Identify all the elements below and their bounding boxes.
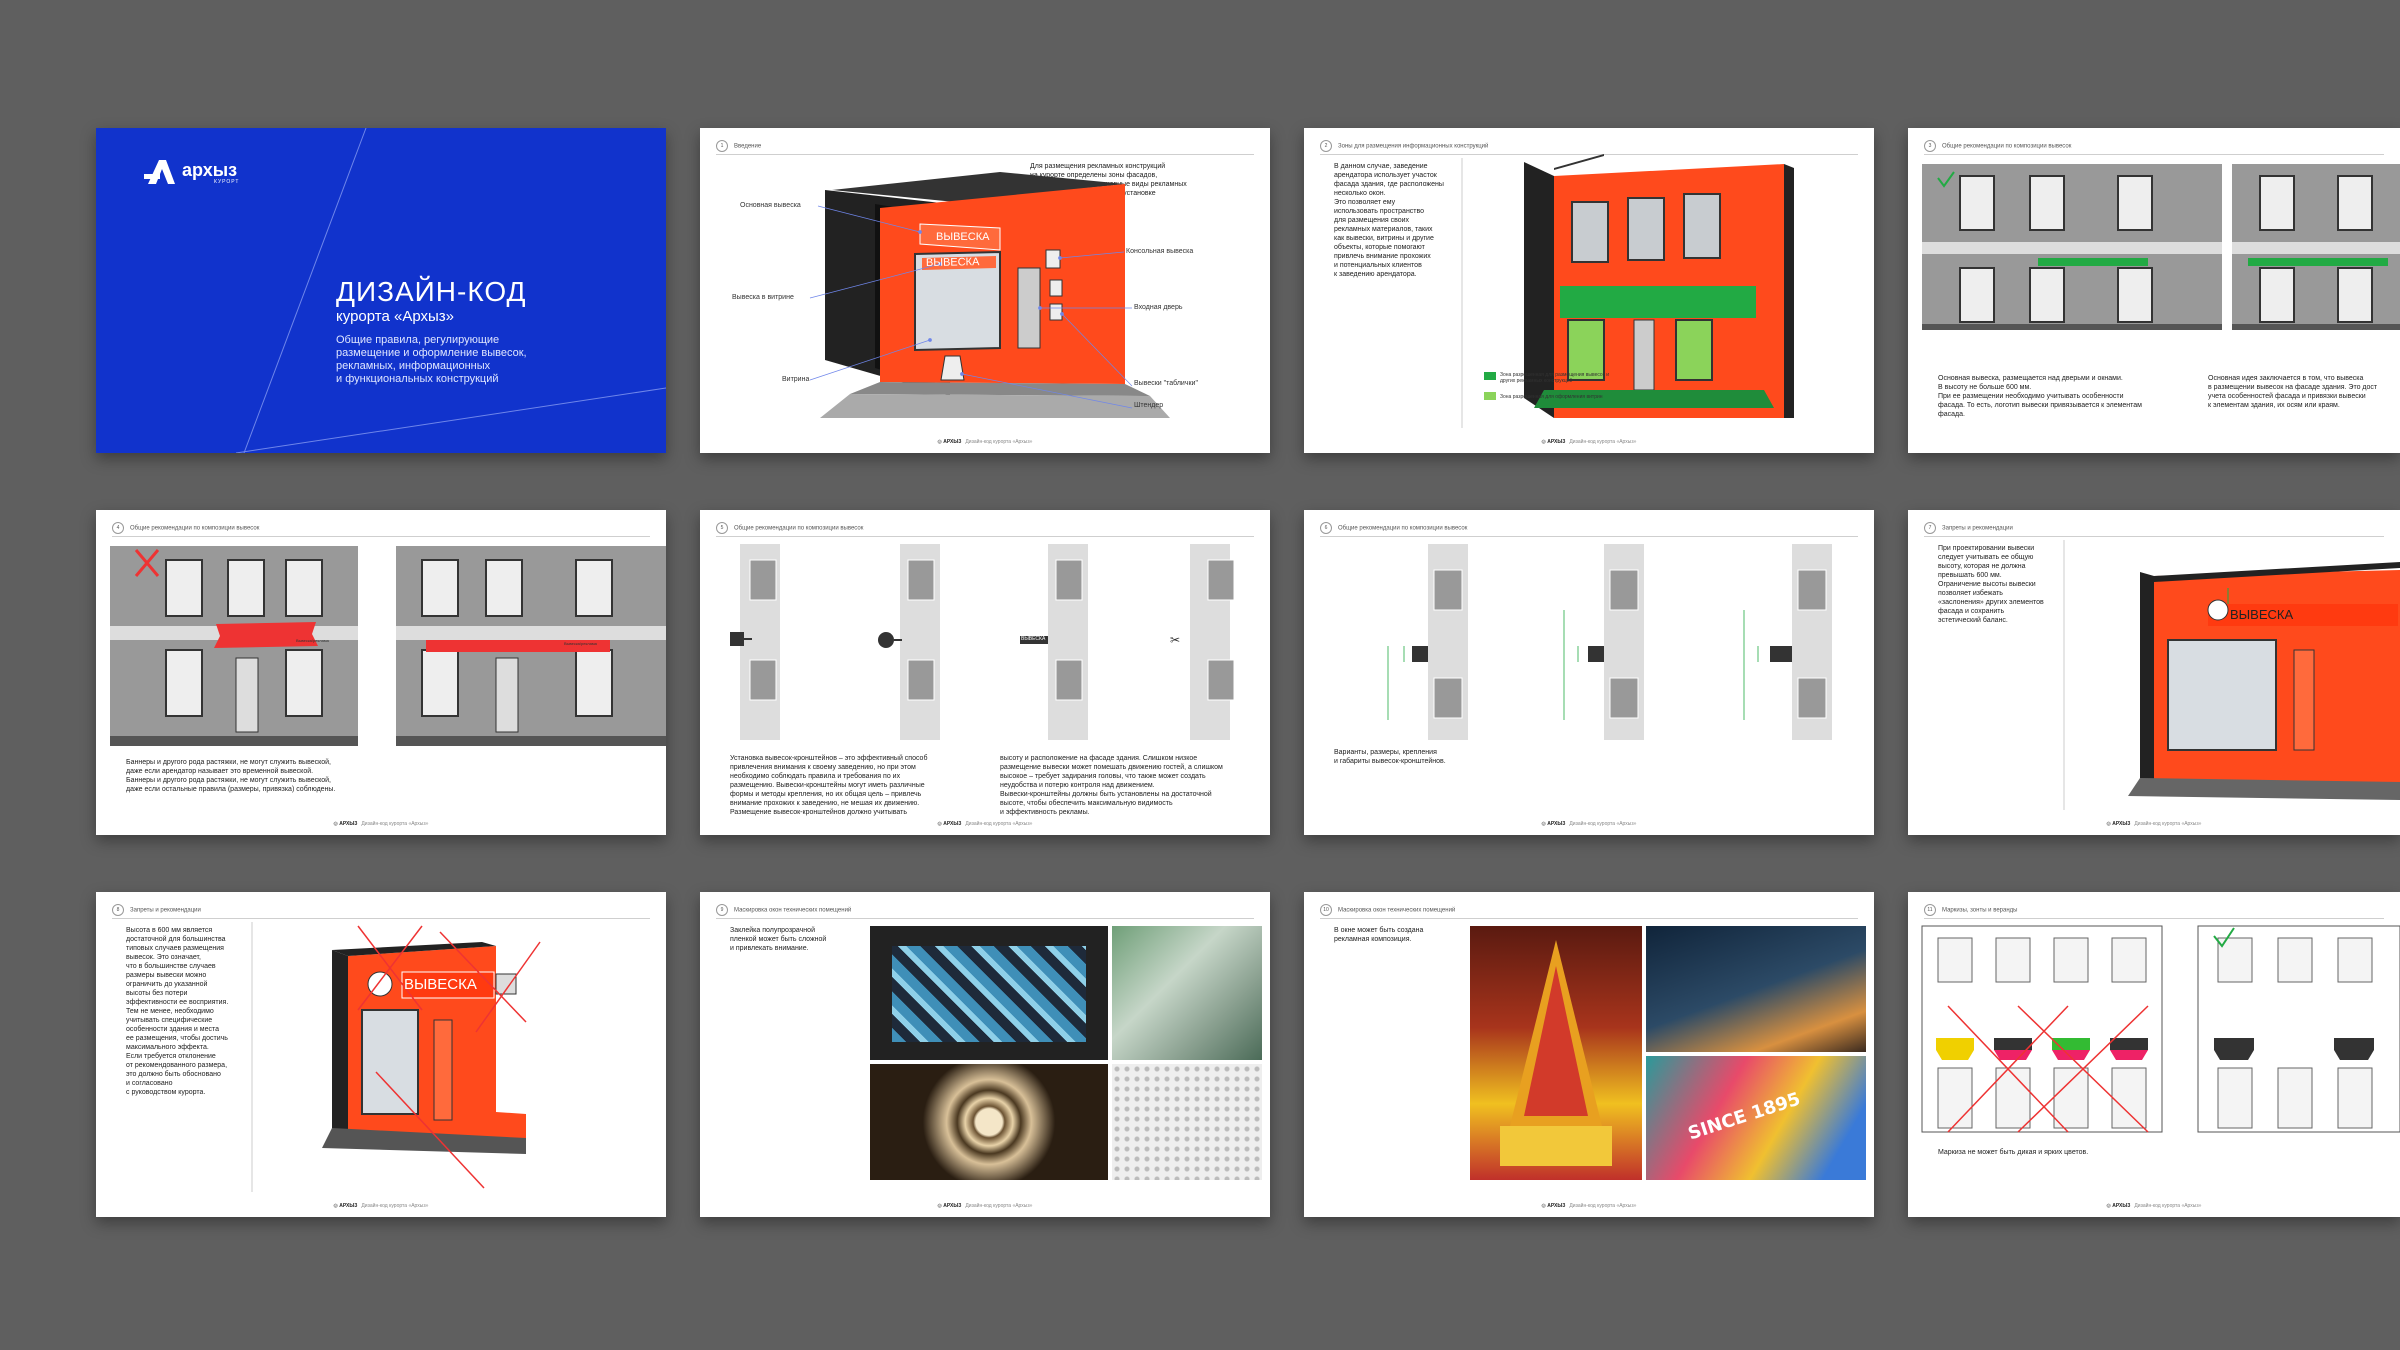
slide-awnings[interactable]: 11 Маркизы, зонты и веранды Маркиза не м… [1908,892,2400,1217]
sign-text-1: ВЫВЕСКА [936,231,990,243]
banner-label-2: Вывеска/реклама [564,641,597,646]
label-vitrina: Витрина [782,376,810,383]
photo-composition-3: SINCE 1895 [1646,1056,1866,1180]
window-masking-text: Заклейка полупрозрачной пленкой может быт… [730,927,827,952]
label-stand: Штендер [1134,402,1164,409]
slide-header: 10 Маскировка окон технических помещений [1320,904,1858,919]
sign-text-2: ВЫВЕСКА [926,256,980,269]
slide-footer: ◎ АРХЫЗ Дизайн-код курорта «Архыз» [2106,821,2202,827]
slide-banners[interactable]: 4 Общие рекомендации по композиции вывесо… [96,510,666,835]
prohibition-illustration [251,922,541,1192]
slide-header: 9 Маскировка окон технических помещений [716,904,1254,919]
legend-window-zone: Зона разрешенная для оформления витрин [1500,394,1603,400]
slide-brackets[interactable]: 5 Общие рекомендации по композиции вывесо… [700,510,1270,835]
photo-window-2 [1112,926,1262,1060]
composition-text-2: Основная идея заключается в том, что выв… [2208,375,2378,409]
height-rule-illustration [2063,540,2400,810]
slide-height-rule[interactable]: 7 Запреты и рекомендации При проектирован… [1908,510,2400,835]
photo-window-1 [870,926,1108,1060]
bracket-sign-text: ВЫВЕСКА [1021,636,1046,642]
legend-sign-zone: Зона разрешенная для размещения вывесок … [1500,372,1610,384]
ad-composition-text: В окне может быть создана рекламная компо… [1334,927,1424,943]
slide-footer: ◎ АРХЫЗ Дизайн-код курорта «Архыз» [333,821,429,827]
height-rule-sign-text: ВЫВЕСКА [2230,607,2294,622]
composition-text-1: Основная вывеска, размещается над дверьм… [1938,375,2142,418]
zones-illustration [1461,154,1794,428]
brackets-text-2: высоту и расположение на фасаде здания. … [1000,755,1223,816]
photo-composition-2 [1646,926,1866,1052]
brand-logo-icon [144,160,175,184]
slide-zones[interactable]: 2 Зоны для размещения информационных конс… [1304,128,1874,453]
photo-composition-1 [1470,926,1642,1180]
slide-footer: ◎ АРХЫЗ Дизайн-код курорта «Архыз» [1541,821,1637,827]
slide-introduction[interactable]: 1 Введение Для размещения рекламных конст… [700,128,1270,453]
cover-subtitle: курорта «Архыз» [336,308,454,325]
brackets-text-1: Установка вывесок-кронштейнов – это эффе… [730,755,928,816]
bracket-dimensions-illustration [1387,544,1832,740]
slide-bracket-sizes[interactable]: 6 Общие рекомендации по композиции вывесо… [1304,510,1874,835]
brand-logo: архыз КУРОРТ [182,160,239,185]
banners-text: Баннеры и другого рода растяжки, не могу… [126,759,336,793]
awnings-illustration [1921,925,2400,1133]
label-main-sign: Основная вывеска [740,202,801,209]
storefront-illustration: ВЫВЕСКА ВЫВЕСКА [809,172,1170,418]
awnings-text: Маркиза не может быть дикая и ярких цвет… [1938,1149,2089,1156]
composition-letters-text: SINCE 1895 [1685,1088,1804,1145]
brand-name: архыз [182,160,238,180]
slide-footer: ◎ АРХЫЗ Дизайн-код курорта «Архыз» [2106,1203,2202,1209]
slide-composition-1[interactable]: 3 Общие рекомендации по композиции вывесо… [1908,128,2400,453]
prohibition-sign-text: ВЫВЕСКА [404,976,477,993]
slide-footer: ◎ АРХЫЗ Дизайн-код курорта «Архыз» [937,1203,1033,1209]
slide-footer: ◎ АРХЫЗ Дизайн-код курорта «Архыз» [937,439,1033,445]
slide-footer: ◎ АРХЫЗ Дизайн-код курорта «Архыз» [937,821,1033,827]
brand-sub: КУРОРТ [214,179,240,185]
photo-window-3 [870,1064,1108,1180]
slide-ad-composition[interactable]: 10 Маскировка окон технических помещений … [1304,892,1874,1217]
label-door: Входная дверь [1134,304,1183,311]
banner-label-1: Вывеска/реклама [296,638,329,643]
slide-prohibitions[interactable]: 8 Запреты и рекомендации Высота в 600 мм … [96,892,666,1217]
cover-title: ДИЗАЙН-КОД [336,276,527,307]
bracket-sizes-text: Варианты, размеры, крепления и габариты в… [1334,749,1446,765]
slide-cover[interactable]: архыз КУРОРТ ДИЗАЙН-КОД курорта «Архыз» … [96,128,666,453]
slide-footer: ◎ АРХЫЗ Дизайн-код курорта «Архыз» [1541,439,1637,445]
label-console-sign: Консольная вывеска [1126,248,1194,255]
composition-tower-shape [1500,940,1612,1166]
slide-footer: ◎ АРХЫЗ Дизайн-код курорта «Архыз» [1541,1203,1637,1209]
label-window-sign: Вывеска в витрине [732,294,794,301]
slide-window-masking[interactable]: 9 Маскировка окон технических помещений З… [700,892,1270,1217]
slide-footer: ◎ АРХЫЗ Дизайн-код курорта «Архыз» [333,1203,429,1209]
cover-description: Общие правила, регулирующие размещение и… [336,334,527,385]
label-plates: Вывески "таблички" [1134,380,1198,387]
photo-window-4 [1112,1064,1262,1180]
svg-text:✂: ✂ [1170,633,1180,647]
